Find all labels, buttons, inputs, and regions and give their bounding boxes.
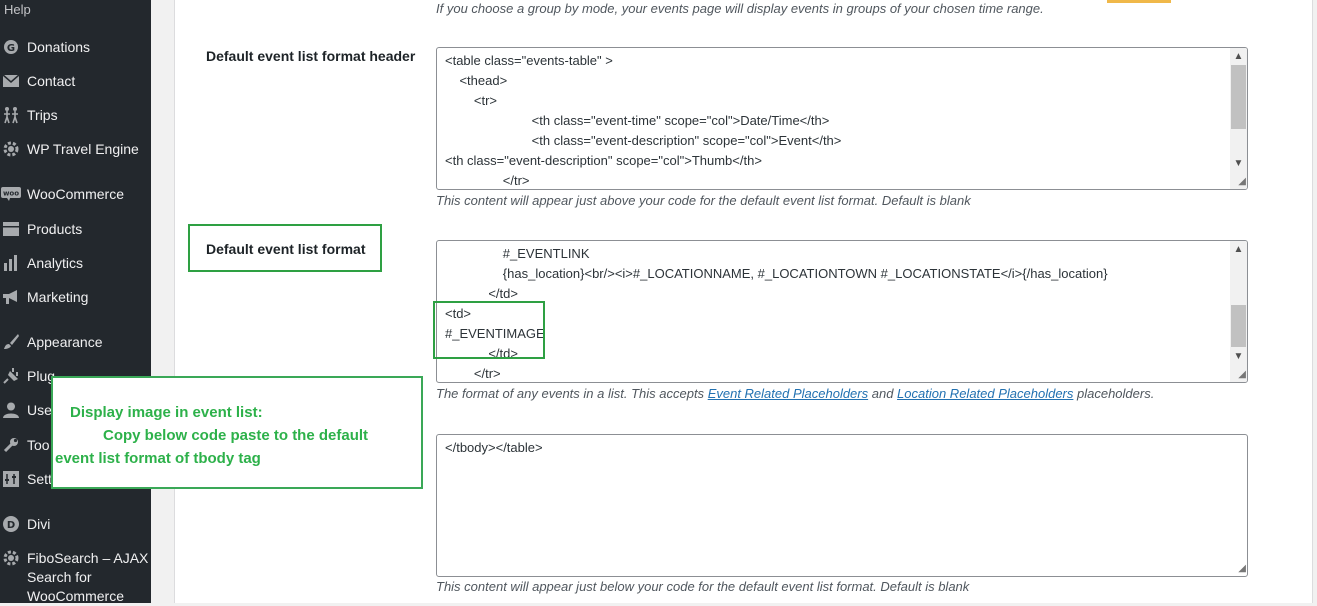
sidebar-item-label: Sett <box>27 471 52 487</box>
resize-grip-icon[interactable]: ◢ <box>1234 563 1246 575</box>
code-line: <th class="event-time" scope="col">Date/… <box>445 113 830 128</box>
format-field-label: Default event list format <box>206 241 366 257</box>
format-scrollbar[interactable]: ▲ ▼ <box>1230 241 1247 382</box>
code-line: <table class="events-table" > <box>445 53 613 68</box>
header-field-description: This content will appear just above your… <box>436 193 971 208</box>
code-line: #_EVENTLINK <box>445 246 590 261</box>
svg-text:woo: woo <box>3 190 19 198</box>
highlight-code-box <box>433 301 545 359</box>
code-line: <th class="event-description" scope="col… <box>445 133 842 148</box>
mail-icon <box>0 72 22 90</box>
sidebar-item-label: FiboSearch – AJAX <box>27 550 149 566</box>
sidebar-item-trips[interactable]: Trips <box>0 106 151 125</box>
brush-icon <box>0 333 22 351</box>
location-placeholders-link[interactable]: Location Related Placeholders <box>897 386 1073 401</box>
settings-icon <box>0 470 22 488</box>
sidebar-item-label: Use <box>27 402 52 418</box>
sidebar-item-label-group: FiboSearch – AJAX Search for WooCommerce <box>27 549 148 606</box>
header-scrollbar[interactable]: ▲ ▼ <box>1230 48 1247 189</box>
code-line: #_EVENTIMAGE <box>445 326 545 341</box>
sidebar-item-marketing[interactable]: Marketing <box>0 288 151 307</box>
products-icon <box>0 220 22 238</box>
code-line: </tr> <box>445 173 530 188</box>
code-line: <td> <box>445 306 472 321</box>
divi-icon: D <box>0 515 22 533</box>
sidebar-item-woocommerce[interactable]: woo WooCommerce <box>0 185 151 204</box>
sidebar-item-label: WooCommerce <box>27 588 124 604</box>
sidebar-item-divi[interactable]: D Divi <box>0 515 151 534</box>
scroll-up-icon[interactable]: ▲ <box>1230 241 1247 258</box>
callout-text-line: Copy below code paste to the default <box>103 427 369 444</box>
callout-title: Display image in event list: <box>70 404 263 421</box>
sidebar-item-label: WP Travel Engine <box>27 141 139 157</box>
plugin-icon <box>0 367 22 385</box>
gear-icon <box>0 549 22 567</box>
footer-format-textarea[interactable]: </tbody></table> ◢ <box>436 434 1248 577</box>
sidebar-item-contact[interactable]: Contact <box>0 72 151 91</box>
annotation-callout: Display image in event list: Copy below … <box>51 376 423 489</box>
scroll-up-icon[interactable]: ▲ <box>1230 48 1247 65</box>
scroll-thumb[interactable] <box>1231 65 1246 129</box>
code-line: </td> <box>445 346 518 361</box>
sidebar-item-label: Divi <box>27 516 51 532</box>
footer-textarea-content: </tbody></table> <box>445 438 1229 458</box>
resize-grip-icon[interactable]: ◢ <box>1234 176 1246 188</box>
sidebar-item-label: Search for <box>27 569 92 585</box>
svg-text:G: G <box>7 43 15 54</box>
sidebar-item-help[interactable]: Help <box>0 0 151 19</box>
trips-icon <box>0 106 22 124</box>
scroll-down-icon[interactable]: ▼ <box>1230 155 1247 172</box>
code-line: <thead> <box>445 73 508 88</box>
footer-field-description: This content will appear just below your… <box>436 579 970 594</box>
format-textarea[interactable]: #_EVENTLINK {has_location}<br/><i>#_LOCA… <box>436 240 1248 383</box>
sidebar-item-donations[interactable]: G Donations <box>0 38 151 57</box>
code-line: <tr> <box>445 93 498 108</box>
code-line: {has_location}<br/><i>#_LOCATIONNAME, #_… <box>445 266 1108 281</box>
header-field-label: Default event list format header <box>206 48 416 64</box>
scroll-down-icon[interactable]: ▼ <box>1230 348 1247 365</box>
header-format-textarea[interactable]: <table class="events-table" > <thead> <t… <box>436 47 1248 190</box>
sidebar-item-label: Contact <box>27 73 76 89</box>
description-text: placeholders. <box>1073 386 1155 401</box>
event-placeholders-link[interactable]: Event Related Placeholders <box>708 386 868 401</box>
resize-grip-icon[interactable]: ◢ <box>1234 369 1246 381</box>
gear-icon <box>0 140 22 158</box>
sidebar-item-label: Products <box>27 221 83 237</box>
sidebar-item-appearance[interactable]: Appearance <box>0 333 151 352</box>
sidebar-item-analytics[interactable]: Analytics <box>0 254 151 273</box>
woocommerce-icon: woo <box>0 185 22 203</box>
sidebar-item-label: Appearance <box>27 334 103 350</box>
code-line: </td> <box>445 286 518 301</box>
svg-text:D: D <box>7 520 15 531</box>
sidebar-item-wp-travel-engine[interactable]: WP Travel Engine <box>0 140 151 159</box>
analytics-icon <box>0 254 22 272</box>
code-line: <th class="event-description" scope="col… <box>445 153 762 168</box>
donations-icon: G <box>0 38 22 56</box>
wrench-icon <box>0 436 22 454</box>
callout-text-line: event list format of tbody tag <box>55 450 261 467</box>
sidebar-item-label: Marketing <box>27 289 89 305</box>
header-textarea-content: <table class="events-table" > <thead> <t… <box>445 51 1229 189</box>
sidebar-item-label: Help <box>4 2 31 17</box>
group-mode-description: If you choose a group by mode, your even… <box>436 1 1044 16</box>
description-text: The format of any events in a list. This… <box>436 386 708 401</box>
code-line: </tr> <box>445 366 501 381</box>
sidebar-item-products[interactable]: Products <box>0 220 151 239</box>
format-textarea-content: #_EVENTLINK {has_location}<br/><i>#_LOCA… <box>445 244 1229 382</box>
scroll-thumb[interactable] <box>1231 305 1246 347</box>
admin-sidebar: Help G Donations Contact Trips WP Travel… <box>0 0 151 606</box>
sidebar-item-label: WooCommerce <box>27 186 124 202</box>
format-field-description: The format of any events in a list. This… <box>436 386 1154 401</box>
code-line: </tbody></table> <box>445 440 543 455</box>
accent-bar <box>1107 0 1171 3</box>
description-text: and <box>868 386 898 401</box>
user-icon <box>0 401 22 419</box>
sidebar-item-label: Donations <box>27 39 91 55</box>
sidebar-item-label: Too <box>27 437 50 453</box>
sidebar-item-label: Analytics <box>27 255 84 271</box>
sidebar-item-fibosearch[interactable]: FiboSearch – AJAX Search for WooCommerce <box>0 549 151 606</box>
megaphone-icon <box>0 288 22 306</box>
sidebar-item-label: Trips <box>27 107 58 123</box>
